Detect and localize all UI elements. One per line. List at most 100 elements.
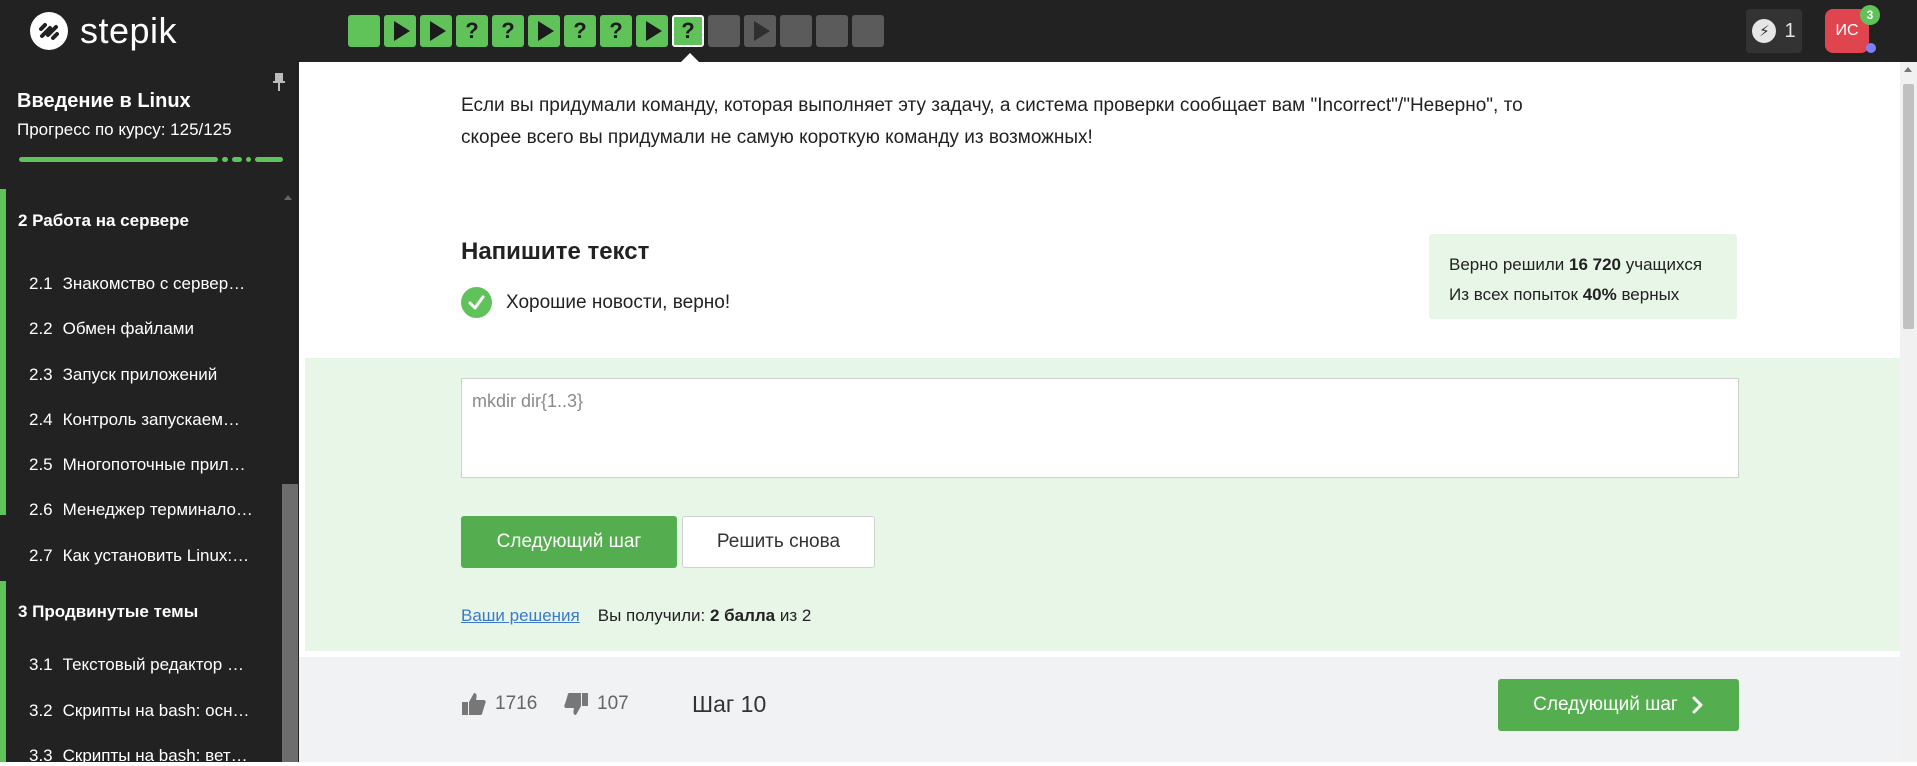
- step-button-9[interactable]: [636, 15, 668, 47]
- step-number-label: Шаг 10: [692, 691, 767, 717]
- footer-next-label: Следующий шаг: [1533, 694, 1678, 715]
- play-icon: [429, 21, 446, 41]
- lesson-number: 3.2: [29, 701, 53, 720]
- lesson-2-4[interactable]: 2.4 Контроль запускаем…: [29, 410, 240, 430]
- retry-button[interactable]: Решить снова: [682, 516, 875, 568]
- attempts-line: Из всех попыток 40% верных: [1449, 280, 1737, 310]
- quiz-icon: ?: [609, 18, 623, 43]
- play-icon: [645, 21, 662, 41]
- lesson-2-5[interactable]: 2.5 Многопоточные прил…: [29, 455, 246, 475]
- lesson-number: 2.5: [29, 455, 53, 474]
- module-title[interactable]: 3 Продвинутые темы: [18, 602, 198, 622]
- progress-bar-segment: [222, 157, 228, 162]
- score-text: Вы получили: 2 балла из 2: [598, 606, 812, 626]
- step-footer: 1716 107 Шаг 10 Следующий шаг: [299, 657, 1900, 762]
- answer-area: mkdir dir{1..3} Следующий шаг Решить сно…: [305, 358, 1900, 651]
- answer-textarea[interactable]: mkdir dir{1..3}: [461, 378, 1739, 478]
- lesson-number: 2.7: [29, 546, 53, 565]
- success-message: Хорошие новости, верно!: [506, 291, 731, 313]
- lesson-2-3[interactable]: 2.3 Запуск приложений: [29, 365, 217, 385]
- thumbs-down-icon: [564, 693, 588, 715]
- lesson-2-6[interactable]: 2.6 Менеджер терминало…: [29, 500, 253, 520]
- progress-bar-segment: [255, 157, 283, 162]
- lightning-icon: ⚡: [1752, 19, 1777, 43]
- score-prefix: Вы получили:: [597, 606, 710, 625]
- lesson-number: 2.6: [29, 500, 53, 519]
- lesson-title: Скрипты на bash: осн…: [62, 701, 250, 720]
- energy-counter[interactable]: ⚡ 1: [1746, 9, 1802, 53]
- stats-text: Верно решили: [1449, 255, 1569, 274]
- lesson-title: Обмен файлами: [62, 319, 194, 338]
- course-progress-label: Прогресс по курсу: 125/125: [17, 120, 232, 139]
- lesson-3-2[interactable]: 3.2 Скрипты на bash: осн…: [29, 701, 249, 721]
- lesson-number: 3.1: [29, 655, 53, 674]
- sidebar-scroll-up-icon[interactable]: [284, 195, 292, 200]
- dislike-button[interactable]: 107: [563, 691, 629, 717]
- step-button-5[interactable]: ?: [492, 15, 524, 47]
- lesson-title: Знакомство с сервер…: [62, 274, 246, 293]
- lesson-title: Скрипты на bash: вет…: [62, 746, 248, 765]
- stepik-logo[interactable]: stepik: [28, 8, 177, 54]
- scroll-up-icon[interactable]: [1904, 67, 1912, 72]
- play-icon: [753, 21, 770, 41]
- play-icon: [537, 21, 554, 41]
- step-button-3[interactable]: [420, 15, 452, 47]
- lesson-3-3[interactable]: 3.3 Скрипты на bash: вет…: [29, 746, 248, 766]
- step-button-15[interactable]: [852, 15, 884, 47]
- step-button-4[interactable]: ?: [456, 15, 488, 47]
- step-button-1[interactable]: [348, 15, 380, 47]
- step-content: Если вы придумали команду, которая выпол…: [299, 62, 1900, 762]
- lesson-title: Многопоточные прил…: [62, 455, 246, 474]
- notification-badge: 3: [1860, 5, 1880, 25]
- your-solutions-link[interactable]: Ваши решения: [461, 606, 580, 626]
- lesson-number: 2.2: [29, 319, 53, 338]
- top-bar: stepik ????? ⚡ 1 ИС 3: [0, 0, 1917, 62]
- step-instruction: Если вы придумали команду, которая выпол…: [461, 95, 1523, 148]
- course-title[interactable]: Введение в Linux: [17, 90, 191, 113]
- stats-text: верных: [1616, 285, 1680, 304]
- step-button-13[interactable]: [780, 15, 812, 47]
- lesson-3-1[interactable]: 3.1 Текстовый редактор …: [29, 655, 244, 675]
- chevron-right-icon: [1692, 696, 1703, 714]
- lesson-2-1[interactable]: 2.1 Знакомство с сервер…: [29, 274, 245, 294]
- solved-count-line: Верно решили 16 720 учащихся: [1449, 250, 1737, 280]
- attempts-percent: 40%: [1582, 285, 1617, 304]
- course-progress-bar: [19, 157, 283, 162]
- page-scrollbar[interactable]: [1900, 62, 1917, 762]
- quiz-icon: ?: [573, 18, 587, 43]
- lesson-title: Текстовый редактор …: [62, 655, 244, 674]
- step-button-7[interactable]: ?: [564, 15, 596, 47]
- progress-bar-segment: [246, 157, 251, 162]
- progress-bar-fill: [19, 157, 218, 162]
- solutions-row: Ваши решения Вы получили: 2 балла из 2: [461, 606, 811, 626]
- lesson-2-7[interactable]: 2.7 Как установить Linux:…: [29, 546, 249, 566]
- scrollbar-thumb[interactable]: [1903, 84, 1914, 329]
- solve-stats: Верно решили 16 720 учащихся Из всех поп…: [1429, 234, 1737, 319]
- stepik-logo-icon: [30, 12, 68, 50]
- check-icon: [461, 287, 492, 318]
- step-button-8[interactable]: ?: [600, 15, 632, 47]
- sidebar-scrollbar[interactable]: [282, 484, 298, 762]
- status-dot: [1866, 43, 1876, 53]
- step-button-2[interactable]: [384, 15, 416, 47]
- score-suffix: из 2: [775, 606, 812, 625]
- step-button-6[interactable]: [528, 15, 560, 47]
- thumbs-up-icon: [462, 693, 486, 715]
- lesson-number: 2.4: [29, 410, 53, 429]
- next-step-button[interactable]: Следующий шаг: [461, 516, 677, 568]
- step-navigation: ?????: [348, 15, 884, 47]
- score-value: 2 балла: [709, 606, 776, 625]
- solved-count: 16 720: [1569, 255, 1621, 274]
- step-button-12[interactable]: [744, 15, 776, 47]
- lesson-2-2[interactable]: 2.2 Обмен файлами: [29, 319, 194, 339]
- module-title[interactable]: 2 Работа на сервере: [18, 211, 189, 231]
- step-button-11[interactable]: [708, 15, 740, 47]
- step-button-14[interactable]: [816, 15, 848, 47]
- like-button[interactable]: 1716: [461, 691, 537, 717]
- energy-count: 1: [1784, 19, 1796, 42]
- lesson-number: 3.3: [29, 746, 53, 765]
- quiz-icon: ?: [681, 18, 695, 43]
- pin-icon[interactable]: [272, 72, 286, 92]
- step-button-10[interactable]: ?: [672, 15, 704, 47]
- footer-next-step-button[interactable]: Следующий шаг: [1498, 679, 1739, 731]
